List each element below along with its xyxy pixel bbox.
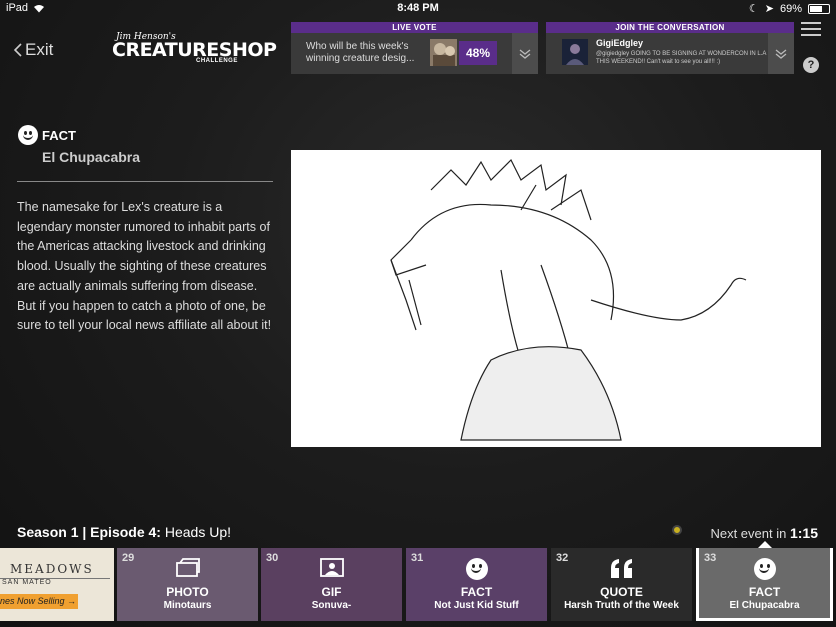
live-vote-panel[interactable]: LIVE VOTE Who will be this week's winnin… bbox=[291, 22, 538, 74]
next-event-label: Next event in bbox=[710, 526, 787, 541]
status-time: 8:48 PM bbox=[397, 2, 439, 14]
conversation-message: @gigiedgley GOING TO BE SIGNING AT WONDE… bbox=[596, 51, 767, 65]
battery-percent: 69% bbox=[779, 2, 802, 15]
smile-icon bbox=[699, 558, 830, 580]
vote-thumbnail bbox=[430, 39, 457, 66]
timeline-tile[interactable]: 33 FACT El Chupacabra bbox=[696, 548, 833, 621]
exit-button[interactable]: Exit bbox=[14, 40, 53, 60]
vote-percent: 48% bbox=[459, 41, 497, 65]
tile-type: FACT bbox=[460, 585, 493, 599]
episode-prefix: Season 1 | Episode 4: bbox=[17, 524, 161, 540]
tile-type: PHOTO bbox=[166, 585, 209, 599]
gif-icon bbox=[261, 558, 402, 578]
active-tile-caret bbox=[758, 541, 772, 548]
help-button[interactable]: ? bbox=[803, 57, 819, 73]
next-event: Next event in 1:15 bbox=[710, 525, 818, 541]
tile-type: GIF bbox=[321, 585, 342, 599]
timeline-tile[interactable]: 29 PHOTO Minotaurs bbox=[117, 548, 258, 621]
episode-name: Heads Up! bbox=[164, 524, 232, 540]
hamburger-menu-icon[interactable] bbox=[801, 22, 821, 40]
timeline-tile[interactable]: 32 QUOTE Harsh Truth of the Week bbox=[551, 548, 692, 621]
episode-title: Season 1 | Episode 4: Heads Up! bbox=[17, 524, 231, 540]
fact-header: FACT bbox=[18, 125, 76, 145]
photo-icon bbox=[117, 558, 258, 578]
conversation-panel[interactable]: JOIN THE CONVERSATION GigiEdgley @gigied… bbox=[546, 22, 794, 74]
chupacabra-illustration bbox=[291, 150, 821, 447]
timeline-tile[interactable]: 30 GIF Sonuva- bbox=[261, 548, 402, 621]
user-avatar bbox=[562, 39, 588, 65]
smile-icon bbox=[18, 125, 38, 145]
tile-title: Sonuva- bbox=[311, 600, 352, 611]
divider bbox=[17, 181, 273, 182]
ad-button[interactable]: nes Now Selling → bbox=[0, 594, 78, 609]
status-bar: iPad 8:48 PM ☾ ➤ 69% bbox=[0, 0, 836, 16]
exit-label: Exit bbox=[25, 40, 54, 59]
tile-type: FACT bbox=[748, 585, 781, 599]
chevron-double-down-icon bbox=[519, 48, 531, 59]
sponsor-ad[interactable]: MEADOWS SAN MATEO nes Now Selling → bbox=[0, 548, 114, 621]
tile-type: QUOTE bbox=[600, 585, 643, 599]
tile-title: Not Just Kid Stuff bbox=[434, 600, 519, 611]
live-indicator bbox=[672, 525, 682, 535]
creature-shop-logo: Jim Henson's CREATURESHOP CHALLENGE bbox=[110, 32, 277, 68]
fact-label: FACT bbox=[42, 127, 76, 143]
fact-body: The namesake for Lex's creature is a leg… bbox=[17, 200, 272, 333]
logo-subtitle: CHALLENGE bbox=[196, 58, 238, 64]
logo-title: CREATURESHOP bbox=[112, 39, 277, 61]
ad-subtitle: SAN MATEO bbox=[2, 579, 52, 586]
expand-vote-button[interactable] bbox=[512, 33, 538, 74]
location-icon: ➤ bbox=[764, 3, 774, 15]
conversation-username: GigiEdgley bbox=[596, 38, 644, 48]
ad-title: MEADOWS bbox=[10, 562, 94, 576]
tile-title: Minotaurs bbox=[163, 600, 212, 611]
tile-title: El Chupacabra bbox=[729, 600, 800, 611]
chevron-double-down-icon bbox=[775, 48, 787, 59]
quote-icon bbox=[551, 558, 692, 580]
conversation-header: JOIN THE CONVERSATION bbox=[546, 22, 794, 33]
expand-conversation-button[interactable] bbox=[768, 33, 794, 74]
timeline-tile[interactable]: 31 FACT Not Just Kid Stuff bbox=[406, 548, 547, 621]
moon-icon: ☾ bbox=[748, 3, 759, 15]
battery-icon bbox=[808, 3, 830, 14]
chevron-left-icon bbox=[14, 43, 22, 57]
tile-title: Harsh Truth of the Week bbox=[564, 600, 679, 611]
smile-icon bbox=[406, 558, 547, 580]
vote-question: Who will be this week's winning creature… bbox=[306, 41, 415, 64]
timeline-strip[interactable]: MEADOWS SAN MATEO nes Now Selling → 29 PH… bbox=[0, 548, 836, 621]
next-event-time: 1:15 bbox=[789, 525, 818, 541]
fact-title: El Chupacabra bbox=[42, 149, 141, 165]
live-vote-header: LIVE VOTE bbox=[291, 22, 538, 33]
